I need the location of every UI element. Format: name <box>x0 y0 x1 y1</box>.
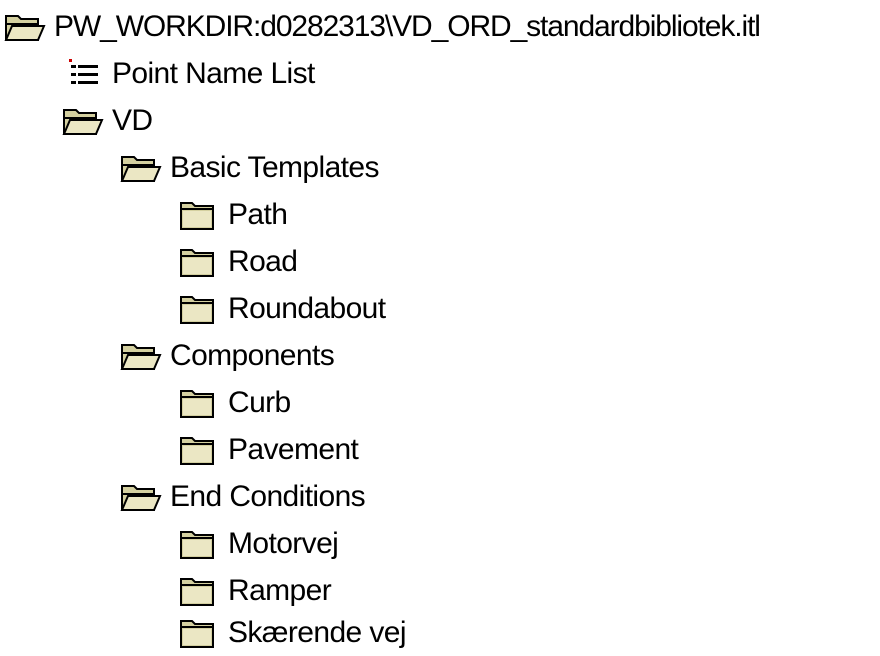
tree-node-label: Curb <box>228 386 291 419</box>
tree-node-roundabout[interactable]: Roundabout <box>178 286 386 332</box>
folder-icon <box>178 574 220 608</box>
tree-node-pavement[interactable]: Pavement <box>178 427 359 473</box>
tree-node-label: Pavement <box>228 433 359 466</box>
open-folder-icon <box>4 10 46 44</box>
folder-icon <box>178 245 220 279</box>
list-icon <box>62 57 104 91</box>
tree-node-label: Skærende vej <box>228 616 407 649</box>
tree-node-end-conditions[interactable]: End Conditions <box>120 474 366 520</box>
tree-node-label: Basic Templates <box>170 151 379 184</box>
tree-node-road[interactable]: Road <box>178 239 298 285</box>
tree-node-root[interactable]: PW_WORKDIR:d0282313\VD_ORD_standardbibli… <box>4 4 761 50</box>
tree-node-label: Road <box>228 245 298 278</box>
tree-node-vd[interactable]: VD <box>62 98 153 144</box>
tree-node-label: End Conditions <box>170 480 366 513</box>
tree-node-label: Motorvej <box>228 527 339 560</box>
folder-icon <box>178 433 220 467</box>
tree-node-ramper[interactable]: Ramper <box>178 568 332 614</box>
tree-node-basic-templates[interactable]: Basic Templates <box>120 145 379 191</box>
template-library-tree: PW_WORKDIR:d0282313\VD_ORD_standardbibli… <box>0 0 880 656</box>
tree-node-curb[interactable]: Curb <box>178 380 291 426</box>
tree-node-point-name-list[interactable]: Point Name List <box>62 51 315 97</box>
folder-icon <box>178 386 220 420</box>
open-folder-icon <box>120 151 162 185</box>
tree-node-components[interactable]: Components <box>120 333 335 379</box>
tree-node-label: Roundabout <box>228 292 386 325</box>
tree-node-label: Ramper <box>228 574 332 607</box>
folder-icon <box>178 292 220 326</box>
open-folder-icon <box>62 104 104 138</box>
tree-node-label: Point Name List <box>112 57 315 90</box>
tree-node-label: VD <box>112 104 153 137</box>
folder-icon <box>178 198 220 232</box>
folder-icon <box>178 527 220 561</box>
tree-node-skaerende-vej[interactable]: Skærende vej <box>178 610 407 656</box>
tree-node-path[interactable]: Path <box>178 192 288 238</box>
open-folder-icon <box>120 480 162 514</box>
tree-node-label: PW_WORKDIR:d0282313\VD_ORD_standardbibli… <box>54 10 761 43</box>
tree-node-label: Components <box>170 339 335 372</box>
tree-node-motorvej[interactable]: Motorvej <box>178 521 339 567</box>
folder-icon <box>178 616 220 650</box>
tree-node-label: Path <box>228 198 288 231</box>
open-folder-icon <box>120 339 162 373</box>
